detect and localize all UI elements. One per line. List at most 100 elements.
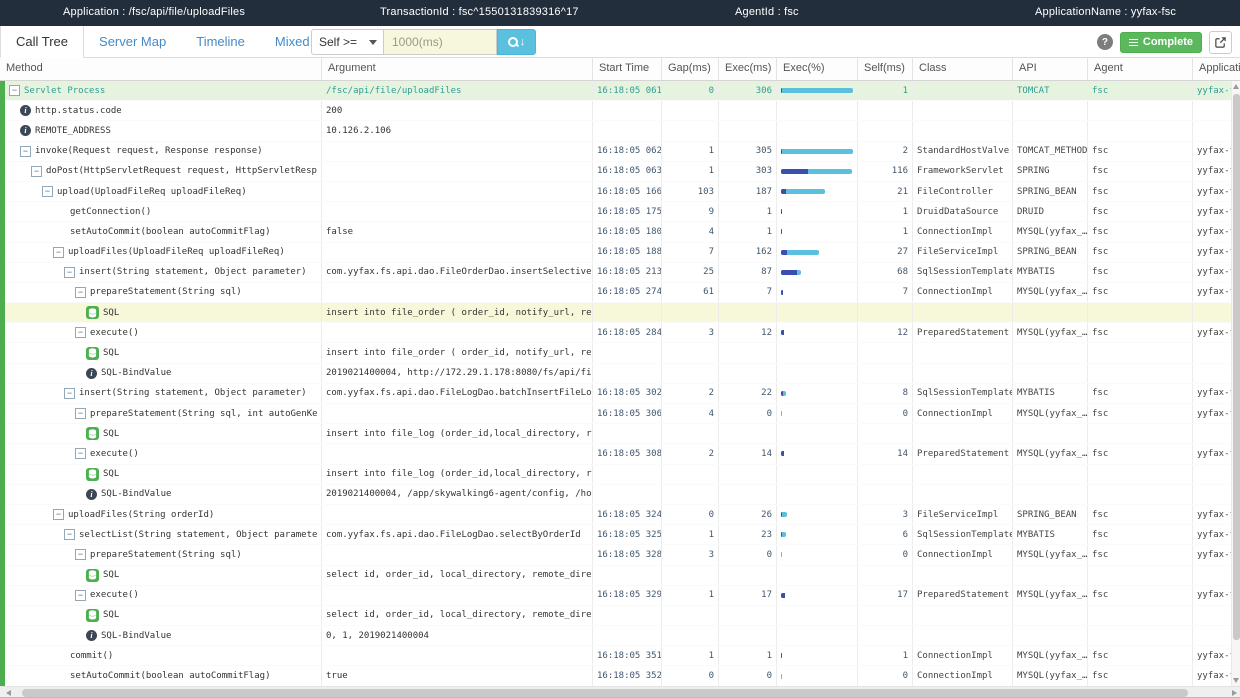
vertical-scrollbar-thumb[interactable] bbox=[1233, 94, 1240, 640]
call-tree-row[interactable]: − insert(String statement, Object parame… bbox=[5, 263, 1240, 283]
call-tree-row[interactable]: − insert(String statement, Object parame… bbox=[5, 384, 1240, 404]
call-tree-row[interactable]: SQL insert into file_log (order_id,local… bbox=[5, 424, 1240, 444]
gap-cell: 103 bbox=[662, 182, 719, 201]
start-time-cell: 16:18:05 188 bbox=[593, 243, 662, 262]
call-tree-row[interactable]: − prepareStatement(String sql, int autoG… bbox=[5, 404, 1240, 424]
exec-percent-bar bbox=[781, 330, 784, 335]
call-tree-row[interactable]: setAutoCommit(boolean autoCommitFlag) tr… bbox=[5, 666, 1240, 686]
search-button[interactable]: ↓ bbox=[497, 29, 536, 55]
collapse-minus-icon[interactable]: − bbox=[75, 549, 86, 560]
call-tree-row[interactable]: − upload(UploadFileReq uploadFileReq) 16… bbox=[5, 182, 1240, 202]
agent-cell: fsc bbox=[1088, 202, 1193, 221]
collapse-minus-icon[interactable]: − bbox=[75, 408, 86, 419]
gap-cell bbox=[662, 343, 719, 362]
call-tree-row[interactable]: − execute() 16:18:05 329 1 17 17 Prepare… bbox=[5, 586, 1240, 606]
scroll-right-arrow-icon[interactable] bbox=[1232, 690, 1237, 696]
argument-cell: com.yyfax.fs.api.dao.FileLogDao.selectBy… bbox=[322, 525, 593, 544]
call-tree-row[interactable]: SQL select id, order_id, local_directory… bbox=[5, 566, 1240, 586]
column-header-agent: Agent bbox=[1088, 58, 1193, 80]
open-in-new-button[interactable] bbox=[1209, 31, 1232, 54]
call-tree-row[interactable]: SQL insert into file_order ( order_id, n… bbox=[5, 343, 1240, 363]
method-cell: − upload(UploadFileReq uploadFileReq) bbox=[5, 182, 322, 201]
vertical-scrollbar[interactable] bbox=[1231, 81, 1240, 686]
scroll-up-arrow-icon[interactable] bbox=[1233, 84, 1239, 89]
exec-percent-bar bbox=[781, 391, 786, 396]
start-time-cell: 16:18:05 329 bbox=[593, 586, 662, 605]
call-tree-row[interactable]: − invoke(Request request, Response respo… bbox=[5, 142, 1240, 162]
call-tree-row[interactable]: − selectList(String statement, Object pa… bbox=[5, 525, 1240, 545]
exec-percent-cell bbox=[777, 243, 858, 262]
method-label: insert(String statement, Object paramete… bbox=[79, 267, 307, 277]
call-tree-row[interactable]: − prepareStatement(String sql) 16:18:05 … bbox=[5, 545, 1240, 565]
method-cell: SQL bbox=[5, 303, 322, 322]
method-cell: − doPost(HttpServletRequest request, Htt… bbox=[5, 162, 322, 181]
collapse-minus-icon[interactable]: − bbox=[53, 247, 64, 258]
application-name-label: ApplicationName : yyfax-fsc bbox=[1035, 6, 1176, 18]
collapse-minus-icon[interactable]: − bbox=[64, 267, 75, 278]
collapse-minus-icon[interactable]: − bbox=[42, 186, 53, 197]
argument-cell bbox=[322, 142, 593, 161]
gap-cell: 1 bbox=[662, 646, 719, 665]
method-cell: − prepareStatement(String sql, int autoG… bbox=[5, 404, 322, 423]
call-tree-row[interactable]: getConnection() 16:18:05 175 9 1 1 Druid… bbox=[5, 202, 1240, 222]
class-cell bbox=[913, 364, 1013, 383]
collapse-minus-icon[interactable]: − bbox=[9, 85, 20, 96]
arrow-down-icon: ↓ bbox=[520, 37, 526, 47]
collapse-minus-icon[interactable]: − bbox=[75, 590, 86, 601]
scroll-left-arrow-icon[interactable] bbox=[6, 690, 11, 696]
call-tree-row[interactable]: SQL select id, order_id, local_directory… bbox=[5, 606, 1240, 626]
call-tree-row[interactable]: SQL insert into file_log (order_id,local… bbox=[5, 465, 1240, 485]
argument-cell: insert into file_log (order_id,local_dir… bbox=[322, 424, 593, 443]
filter-type-select[interactable]: Self >= bbox=[311, 29, 384, 55]
call-tree-row[interactable]: − execute() 16:18:05 284 3 12 12 Prepare… bbox=[5, 323, 1240, 343]
call-tree-row[interactable]: i SQL-BindValue 0, 1, 2019021400004 bbox=[5, 626, 1240, 646]
agent-cell bbox=[1088, 303, 1193, 322]
call-tree-row[interactable]: setAutoCommit(boolean autoCommitFlag) fa… bbox=[5, 222, 1240, 242]
call-tree-row[interactable]: i http.status.code 200 bbox=[5, 101, 1240, 121]
complete-button[interactable]: Complete bbox=[1120, 32, 1202, 53]
collapse-minus-icon[interactable]: − bbox=[20, 146, 31, 157]
gap-cell: 3 bbox=[662, 323, 719, 342]
tab-call-tree[interactable]: Call Tree bbox=[0, 26, 84, 58]
collapse-minus-icon[interactable]: − bbox=[75, 448, 86, 459]
call-tree-row[interactable]: commit() 16:18:05 351 1 1 1 ConnectionIm… bbox=[5, 646, 1240, 666]
self-cell bbox=[858, 626, 913, 645]
call-tree-row[interactable]: − prepareStatement(String sql) 16:18:05 … bbox=[5, 283, 1240, 303]
call-tree-row[interactable]: i SQL-BindValue 2019021400004, /app/skyw… bbox=[5, 485, 1240, 505]
api-cell bbox=[1013, 485, 1088, 504]
call-tree-row[interactable]: SQL insert into file_order ( order_id, n… bbox=[5, 303, 1240, 323]
method-label: uploadFiles(String orderId) bbox=[68, 510, 214, 520]
exec-percent-cell bbox=[777, 626, 858, 645]
call-tree-row[interactable]: − Servlet Process /fsc/api/file/uploadFi… bbox=[5, 81, 1240, 101]
horizontal-scrollbar[interactable] bbox=[0, 686, 1240, 697]
filter-threshold-input[interactable] bbox=[384, 29, 497, 55]
exec-percent-cell bbox=[777, 222, 858, 241]
tab-server-map[interactable]: Server Map bbox=[84, 26, 181, 58]
call-tree-row[interactable]: − uploadFiles(UploadFileReq uploadFileRe… bbox=[5, 243, 1240, 263]
exec-percent-bar bbox=[781, 149, 853, 154]
indent-spacer bbox=[53, 676, 66, 677]
method-label: SQL-BindValue bbox=[101, 489, 171, 499]
scroll-down-arrow-icon[interactable] bbox=[1233, 678, 1239, 683]
method-label: setAutoCommit(boolean autoCommitFlag) bbox=[70, 671, 270, 681]
method-cell: i REMOTE_ADDRESS bbox=[5, 121, 322, 140]
collapse-minus-icon[interactable]: − bbox=[53, 509, 64, 520]
collapse-minus-icon[interactable]: − bbox=[75, 327, 86, 338]
gap-cell: 2 bbox=[662, 384, 719, 403]
self-cell: 1 bbox=[858, 222, 913, 241]
horizontal-scrollbar-thumb[interactable] bbox=[22, 689, 1188, 697]
call-tree-row[interactable]: i REMOTE_ADDRESS 10.126.2.106 bbox=[5, 121, 1240, 141]
call-tree-row[interactable]: − uploadFiles(String orderId) 16:18:05 3… bbox=[5, 505, 1240, 525]
collapse-minus-icon[interactable]: − bbox=[64, 529, 75, 540]
collapse-minus-icon[interactable]: − bbox=[75, 287, 86, 298]
class-cell bbox=[913, 606, 1013, 625]
question-mark-icon[interactable]: ? bbox=[1097, 34, 1113, 50]
collapse-minus-icon[interactable]: − bbox=[64, 388, 75, 399]
method-label: commit() bbox=[70, 651, 113, 661]
call-tree-row[interactable]: − doPost(HttpServletRequest request, Htt… bbox=[5, 162, 1240, 182]
self-cell bbox=[858, 566, 913, 585]
call-tree-row[interactable]: − execute() 16:18:05 308 2 14 14 Prepare… bbox=[5, 444, 1240, 464]
tab-timeline[interactable]: Timeline bbox=[181, 26, 260, 58]
call-tree-row[interactable]: i SQL-BindValue 2019021400004, http://17… bbox=[5, 364, 1240, 384]
collapse-minus-icon[interactable]: − bbox=[31, 166, 42, 177]
